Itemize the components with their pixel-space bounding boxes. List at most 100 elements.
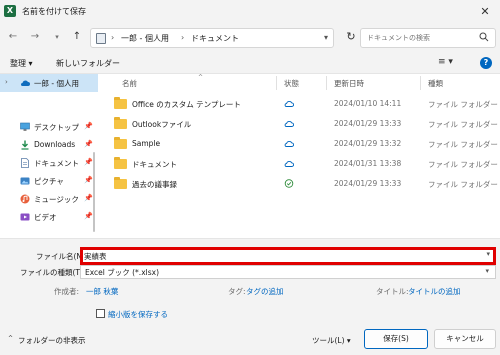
pin-icon: 📌 <box>84 212 93 220</box>
file-list: 名前 ^ 状態 更新日時 種類 Office のカスタム テンプレート 2024… <box>100 74 500 238</box>
file-type: ファイル フォルダー <box>428 120 498 129</box>
file-name-history-chevron-icon[interactable]: ▾ <box>486 250 490 258</box>
breadcrumb-onedrive[interactable]: 一郎 - 個人用 <box>121 33 169 44</box>
modified-date: 2024/01/29 13:32 <box>334 139 402 148</box>
search-input[interactable] <box>367 29 477 47</box>
sidebar-item-label: Downloads <box>34 140 76 149</box>
refresh-icon[interactable]: ↻ <box>344 30 358 44</box>
search-box[interactable] <box>360 28 496 48</box>
collapse-chevron-icon: ^ <box>8 335 14 342</box>
sidebar-item-desktop[interactable]: デスクトップ 📌 <box>0 118 98 136</box>
new-folder-button[interactable]: 新しいフォルダー <box>56 58 120 69</box>
cloud-status-icon <box>284 100 294 107</box>
close-icon[interactable]: ✕ <box>476 4 494 20</box>
title-bar: X 名前を付けて保存 ✕ <box>0 0 500 24</box>
sidebar-item-documents[interactable]: ドキュメント 📌 <box>0 154 98 172</box>
table-row[interactable]: Office のカスタム テンプレート 2024/01/10 14:11 ファイ… <box>106 95 498 113</box>
author-value[interactable]: 一郎 秋葉 <box>86 286 118 297</box>
folder-icon <box>114 117 127 129</box>
modified-date: 2024/01/10 14:11 <box>334 99 402 108</box>
dialog-title: 名前を付けて保存 <box>22 7 86 16</box>
document-icon <box>21 158 29 168</box>
forward-arrow-icon[interactable]: → <box>28 30 42 44</box>
column-divider[interactable] <box>276 76 277 90</box>
file-type: ファイル フォルダー <box>428 160 498 169</box>
file-type: ファイル フォルダー <box>428 180 498 189</box>
view-options-button[interactable]: ≡ ▾ <box>438 57 453 67</box>
table-row[interactable]: Sample 2024/01/29 13:32 ファイル フォルダー <box>106 135 498 153</box>
cancel-button[interactable]: キャンセル <box>434 329 496 349</box>
table-row[interactable]: Outlookファイル 2024/01/29 13:33 ファイル フォルダー <box>106 115 498 133</box>
file-name: Outlookファイル <box>132 120 192 129</box>
document-location-icon <box>96 33 106 44</box>
address-bar[interactable]: › 一郎 - 個人用 › ドキュメント ▾ <box>90 28 334 48</box>
search-icon <box>479 32 489 42</box>
file-name-field-highlight[interactable]: ▾ <box>80 247 496 265</box>
sort-ascending-icon: ^ <box>198 74 204 81</box>
file-type-label: ファイルの種類(T): <box>20 268 86 277</box>
navigation-scrollbar[interactable] <box>93 152 95 232</box>
organize-button[interactable]: 整理 ▾ <box>10 58 33 69</box>
file-type-value: Excel ブック (*.xlsx) <box>85 268 159 277</box>
file-type: ファイル フォルダー <box>428 100 498 109</box>
sidebar-item-pictures[interactable]: ピクチャ 📌 <box>0 172 98 190</box>
command-bar: 整理 ▾ 新しいフォルダー ≡ ▾ ? <box>0 52 500 74</box>
pin-icon: 📌 <box>84 176 93 184</box>
recent-locations-chevron-icon[interactable]: ▾ <box>50 30 64 44</box>
folder-icon <box>114 97 127 109</box>
breadcrumb-separator-icon[interactable]: › <box>181 33 184 42</box>
title-value[interactable]: タイトルの追加 <box>408 286 461 297</box>
pin-icon: 📌 <box>84 140 93 148</box>
sidebar-item-music[interactable]: ミュージック 📌 <box>0 190 98 208</box>
save-button[interactable]: 保存(S) <box>364 329 428 349</box>
desktop-icon <box>20 122 30 131</box>
cloud-status-icon <box>284 140 294 147</box>
address-history-chevron-icon[interactable]: ▾ <box>324 33 328 42</box>
column-header-type[interactable]: 種類 <box>428 78 443 89</box>
column-header-name[interactable]: 名前 <box>122 78 137 89</box>
breadcrumb-documents[interactable]: ドキュメント <box>191 33 239 44</box>
sidebar-item-label: ドキュメント <box>34 159 79 168</box>
sidebar-item-onedrive[interactable]: › 一郎 - 個人用 <box>0 74 98 92</box>
folder-icon <box>114 177 127 189</box>
file-type-select[interactable]: Excel ブック (*.xlsx) ▾ <box>80 265 496 279</box>
cloud-icon <box>21 80 30 86</box>
video-icon <box>20 213 30 221</box>
column-header-date[interactable]: 更新日時 <box>334 78 364 89</box>
save-options-panel: ファイル名(N): ▾ ファイルの種類(T): Excel ブック (*.xls… <box>0 238 500 355</box>
help-icon[interactable]: ? <box>480 57 492 69</box>
column-divider[interactable] <box>420 76 421 90</box>
back-arrow-icon[interactable]: ← <box>6 30 20 44</box>
synced-check-icon <box>284 179 294 188</box>
cloud-status-icon <box>284 160 294 167</box>
tools-button[interactable]: ツール(L) ▾ <box>312 335 351 346</box>
table-row[interactable]: 過去の議事録 2024/01/29 13:33 ファイル フォルダー <box>106 175 498 193</box>
save-thumbnail-label[interactable]: 縮小版を保存する <box>108 309 168 320</box>
file-name: Office のカスタム テンプレート <box>132 100 241 109</box>
pin-icon: 📌 <box>84 158 93 166</box>
file-type-chevron-icon[interactable]: ▾ <box>485 267 489 275</box>
hide-folders-toggle[interactable]: ^ フォルダーの非表示 <box>8 335 86 346</box>
sidebar-item-downloads[interactable]: Downloads 📌 <box>0 136 98 154</box>
expand-chevron-icon[interactable]: › <box>5 78 8 86</box>
hide-folders-label: フォルダーの非表示 <box>18 336 86 345</box>
save-thumbnail-checkbox[interactable] <box>96 309 105 318</box>
modified-date: 2024/01/29 13:33 <box>334 119 402 128</box>
column-divider[interactable] <box>326 76 327 90</box>
title-label: タイトル: <box>376 287 409 296</box>
author-label: 作成者: <box>54 287 80 296</box>
column-header-status[interactable]: 状態 <box>284 78 299 89</box>
up-arrow-icon[interactable]: ↑ <box>70 30 84 44</box>
tags-label: タグ: <box>228 287 246 296</box>
breadcrumb-separator-icon[interactable]: › <box>111 33 114 42</box>
sidebar-item-label: ミュージック <box>34 195 79 204</box>
file-name-input[interactable] <box>84 250 464 262</box>
sidebar-item-videos[interactable]: ビデオ 📌 <box>0 208 98 226</box>
tags-value[interactable]: タグの追加 <box>246 286 284 297</box>
folder-icon <box>114 157 127 169</box>
file-name: ドキュメント <box>132 160 177 169</box>
file-name: 過去の議事録 <box>132 180 177 189</box>
navigation-pane: › 一郎 - 個人用 デスクトップ 📌 Downloads 📌 ドキュメント 📌 <box>0 74 98 238</box>
table-row[interactable]: ドキュメント 2024/01/31 13:38 ファイル フォルダー <box>106 155 498 173</box>
modified-date: 2024/01/29 13:33 <box>334 179 402 188</box>
